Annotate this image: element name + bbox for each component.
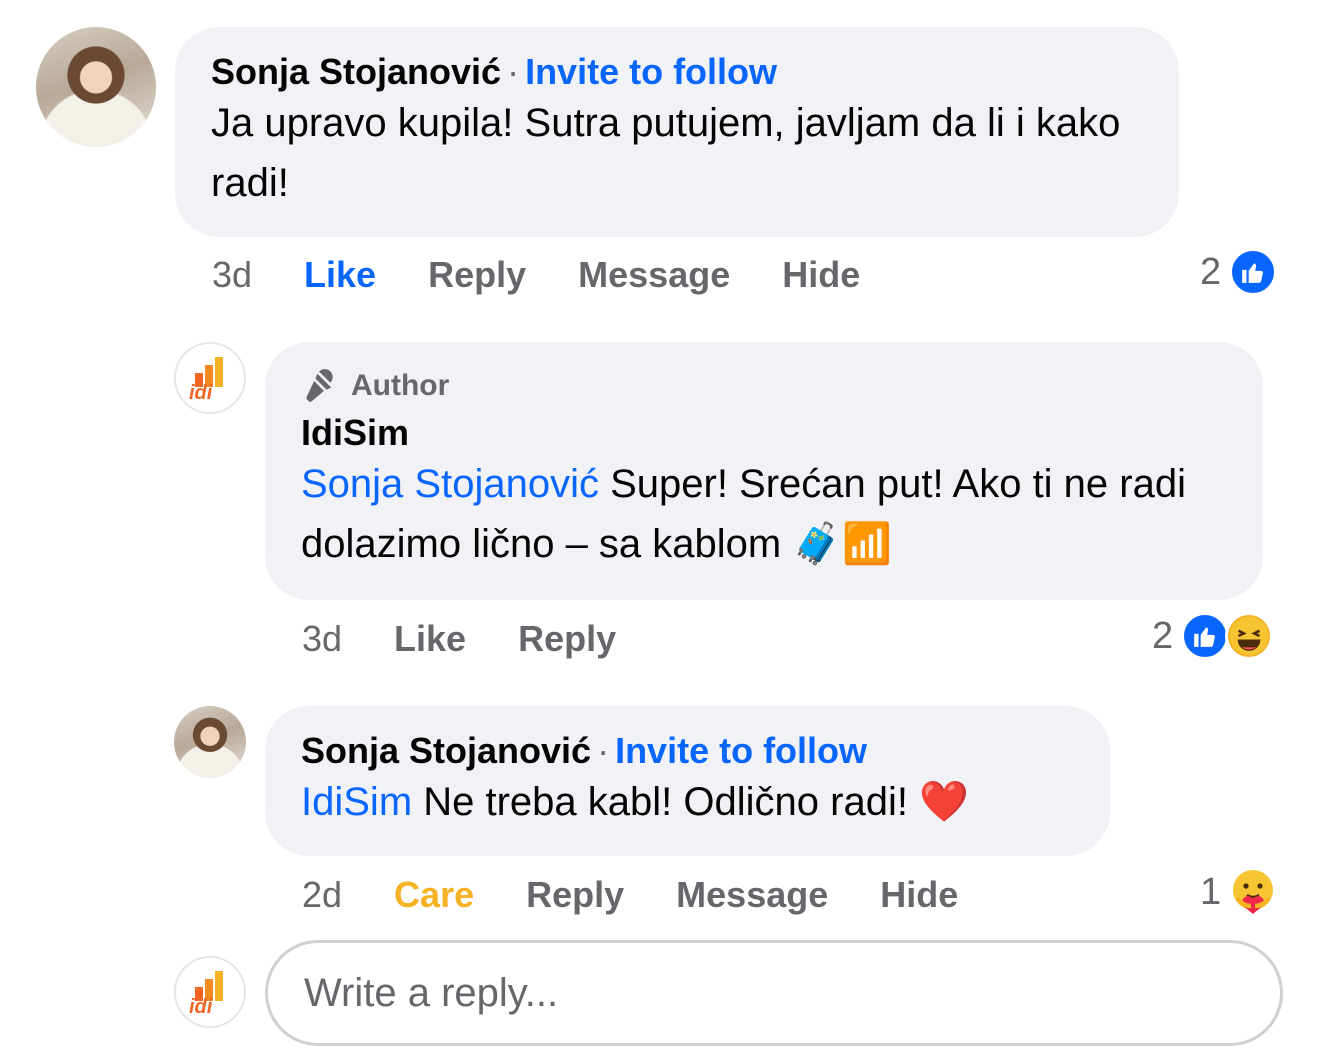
- like-button[interactable]: Like: [304, 254, 376, 296]
- separator-dot: ·: [597, 730, 610, 771]
- reply-placeholder: Write a reply...: [304, 970, 559, 1015]
- care-button[interactable]: Care: [394, 874, 474, 916]
- reply-bubble: Sonja Stojanović · Invite to follow IdiS…: [265, 706, 1110, 856]
- avatar[interactable]: idi: [174, 342, 246, 414]
- reaction-count: 2: [1200, 250, 1222, 293]
- comment-timestamp[interactable]: 3d: [212, 254, 252, 296]
- mention-link[interactable]: Sonja Stojanović: [301, 462, 599, 506]
- reply-timestamp[interactable]: 3d: [302, 618, 342, 660]
- reply-button[interactable]: Reply: [526, 874, 624, 916]
- hide-button[interactable]: Hide: [880, 874, 958, 916]
- idisim-logo-icon: idi: [189, 971, 223, 1015]
- reply-text: IdiSim Ne treba kabl! Odlično radi! ❤️: [301, 772, 1074, 832]
- svg-text:idi: idi: [189, 382, 213, 401]
- reaction-count: 1: [1200, 870, 1222, 913]
- reply-actions: 2d Care Reply Message Hide: [302, 874, 1010, 916]
- avatar[interactable]: idi: [174, 956, 246, 1028]
- comment-bubble: Sonja Stojanović · Invite to follow Ja u…: [175, 27, 1179, 237]
- haha-reaction-icon: [1225, 612, 1274, 660]
- author-badge: Author: [351, 369, 450, 402]
- invite-to-follow-link[interactable]: Invite to follow: [525, 51, 777, 93]
- reply-actions: 3d Like Reply: [302, 618, 668, 660]
- microphone-icon: [301, 366, 341, 406]
- reaction-summary[interactable]: 1: [1200, 868, 1277, 916]
- like-button[interactable]: Like: [394, 618, 466, 660]
- reply-body: Ne treba kabl! Odlično radi! ❤️: [412, 780, 969, 824]
- care-reaction-icon: [1229, 868, 1277, 916]
- reply-text: Sonja Stojanović Super! Srećan put! Ako …: [301, 454, 1231, 574]
- avatar[interactable]: [174, 706, 246, 778]
- invite-to-follow-link[interactable]: Invite to follow: [615, 730, 867, 772]
- idisim-logo-icon: idi: [189, 357, 223, 401]
- comment-text: Ja upravo kupila! Sutra putujem, javljam…: [211, 101, 1121, 205]
- reply-timestamp[interactable]: 2d: [302, 874, 342, 916]
- reply-bubble: Author IdiSim Sonja Stojanović Super! Sr…: [265, 342, 1263, 600]
- message-button[interactable]: Message: [676, 874, 828, 916]
- mention-link[interactable]: IdiSim: [301, 780, 412, 824]
- reaction-count: 2: [1152, 614, 1174, 657]
- reply-button[interactable]: Reply: [518, 618, 616, 660]
- comment-author[interactable]: Sonja Stojanović: [211, 51, 501, 93]
- like-reaction-icon: [1229, 248, 1278, 296]
- reply-author[interactable]: IdiSim: [301, 412, 1227, 454]
- message-button[interactable]: Message: [578, 254, 730, 296]
- avatar[interactable]: [36, 27, 156, 147]
- reaction-summary[interactable]: 2: [1152, 612, 1274, 660]
- reply-input[interactable]: Write a reply...: [265, 940, 1283, 1046]
- comment-actions: 3d Like Reply Message Hide: [212, 254, 912, 296]
- like-reaction-icon: [1181, 612, 1230, 660]
- reaction-summary[interactable]: 2: [1200, 248, 1278, 296]
- svg-text:idi: idi: [189, 996, 213, 1015]
- hide-button[interactable]: Hide: [782, 254, 860, 296]
- separator-dot: ·: [507, 51, 520, 92]
- reply-button[interactable]: Reply: [428, 254, 526, 296]
- reply-author[interactable]: Sonja Stojanović: [301, 730, 591, 772]
